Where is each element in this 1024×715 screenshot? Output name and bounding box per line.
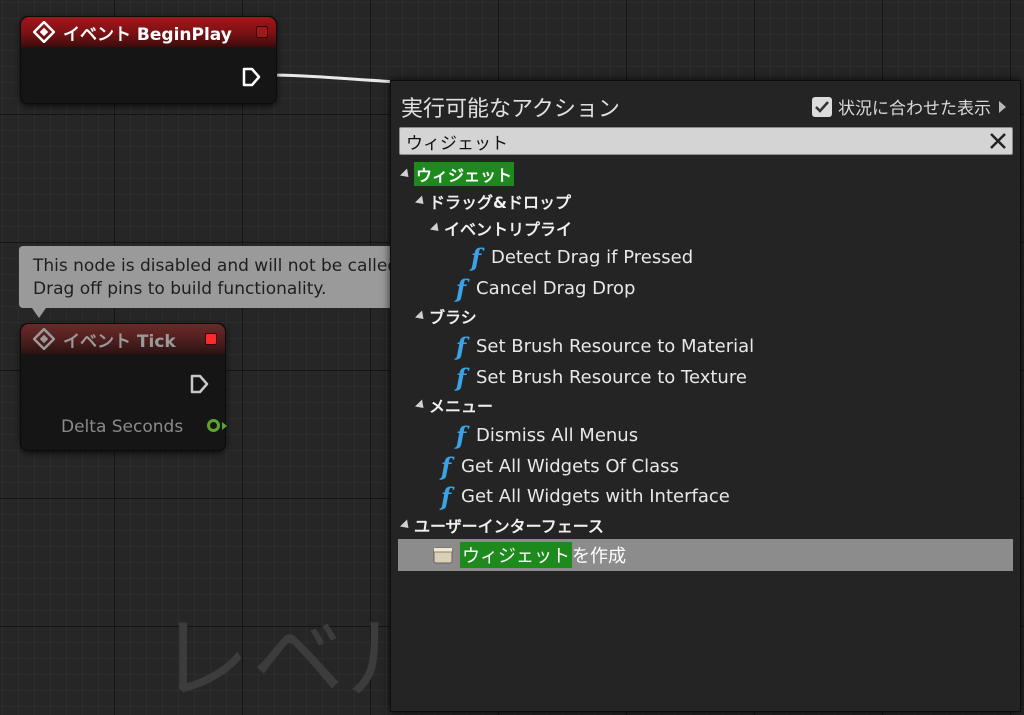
function-icon: f	[440, 481, 452, 511]
exec-out-pin-icon[interactable]	[189, 374, 209, 394]
function-icon: f	[455, 420, 467, 450]
breakpoint-square-icon	[256, 26, 268, 38]
tree-category-brush[interactable]: ブラシ	[391, 301, 1024, 331]
float-pin-arrow-icon	[222, 422, 227, 430]
event-tick-header[interactable]: イベント Tick	[21, 324, 225, 354]
tree-item-brush-texture[interactable]: f Set Brush Resource to Texture	[391, 362, 1024, 392]
comment-line-1: This node is disabled and will not be ca…	[33, 256, 399, 276]
item-label: Detect Drag if Pressed	[491, 246, 694, 268]
item-label-highlight: ウィジェット	[460, 542, 572, 568]
category-label: ユーザーインターフェース	[414, 517, 604, 536]
tree-category-dragdrop[interactable]: ドラッグ&ドロップ	[391, 186, 1024, 216]
item-label: Set Brush Resource to Material	[476, 335, 755, 357]
menu-title: 実行可能なアクション	[401, 97, 620, 122]
tree-item-create-widget[interactable]: ウィジェット を作成	[398, 539, 1013, 571]
tree-item-cancel-drag[interactable]: f Cancel Drag Drop	[391, 273, 1024, 303]
category-label: イベントリプライ	[444, 220, 573, 239]
begin-play-header[interactable]: イベント BeginPlay	[21, 17, 276, 47]
search-input[interactable]	[406, 130, 966, 152]
tree-item-detect-drag[interactable]: f Detect Drag if Pressed	[391, 242, 1024, 272]
tree-item-brush-material[interactable]: f Set Brush Resource to Material	[391, 331, 1024, 361]
category-label: ブラシ	[429, 308, 477, 327]
category-label: メニュー	[429, 397, 494, 416]
item-label-suffix: を作成	[572, 546, 626, 567]
clear-search-icon[interactable]	[988, 131, 1008, 151]
tree-category-menu[interactable]: メニュー	[391, 390, 1024, 420]
context-sensitive-checkbox[interactable]	[812, 96, 832, 117]
context-sensitive-label: 状況に合わせた表示	[838, 99, 991, 119]
begin-play-title: イベント BeginPlay	[63, 24, 232, 45]
expand-arrow-icon[interactable]	[999, 100, 1006, 113]
tree-category-widget[interactable]: ウィジェット	[391, 159, 1024, 189]
tree-category-user-interface[interactable]: ユーザーインターフェース	[391, 510, 1024, 540]
action-context-menu[interactable]: 実行可能なアクション 状況に合わせた表示 ウィジェット ドラッ	[390, 80, 1021, 712]
tree-category-event-reply[interactable]: イベントリプライ	[391, 213, 1024, 243]
tree-item-get-widgets-class[interactable]: f Get All Widgets Of Class	[391, 451, 1024, 481]
blueprint-graph-canvas[interactable]: レベル イベント BeginPlay This node is disabled…	[0, 0, 1024, 715]
event-tick-title: イベント Tick	[63, 331, 176, 352]
function-icon: f	[470, 242, 482, 272]
tree-item-dismiss-menus[interactable]: f Dismiss All Menus	[391, 420, 1024, 450]
category-label: ウィジェット	[414, 162, 515, 186]
breakpoint-square-icon	[205, 333, 217, 345]
tree-item-get-widgets-interface[interactable]: f Get All Widgets with Interface	[391, 481, 1024, 511]
expand-triangle-icon[interactable]	[414, 309, 428, 323]
delta-seconds-label: Delta Seconds	[61, 417, 184, 437]
item-label: Get All Widgets Of Class	[461, 455, 679, 477]
item-label: Set Brush Resource to Texture	[476, 366, 747, 388]
widget-blueprint-icon	[433, 547, 453, 564]
context-sensitive-toggle[interactable]: 状況に合わせた表示	[812, 94, 1006, 119]
comment-line-2: Drag off pins to build functionality.	[33, 279, 327, 299]
function-icon: f	[440, 451, 452, 481]
exec-out-pin-icon[interactable]	[241, 67, 261, 87]
expand-triangle-icon[interactable]	[414, 194, 428, 208]
event-diamond-icon	[33, 328, 55, 350]
float-pin-icon[interactable]	[207, 419, 220, 432]
function-icon: f	[455, 362, 467, 392]
search-box[interactable]	[399, 127, 1013, 155]
function-icon: f	[455, 331, 467, 361]
item-label: Dismiss All Menus	[476, 424, 639, 446]
begin-play-node[interactable]: イベント BeginPlay	[20, 16, 277, 104]
function-icon: f	[455, 273, 467, 303]
exec-wire	[272, 73, 402, 84]
item-label: Cancel Drag Drop	[476, 277, 636, 299]
expand-triangle-icon[interactable]	[414, 398, 428, 412]
event-diamond-icon	[33, 21, 55, 43]
comment-tail	[32, 308, 46, 318]
expand-triangle-icon[interactable]	[399, 518, 413, 532]
item-label: Get All Widgets with Interface	[461, 485, 730, 507]
disabled-node-comment: This node is disabled and will not be ca…	[19, 246, 399, 308]
category-label: ドラッグ&ドロップ	[429, 193, 571, 212]
expand-triangle-icon[interactable]	[399, 167, 413, 181]
event-tick-node[interactable]: イベント Tick Delta Seconds	[20, 323, 227, 451]
checkmark-icon	[815, 100, 829, 113]
expand-triangle-icon[interactable]	[429, 221, 443, 235]
